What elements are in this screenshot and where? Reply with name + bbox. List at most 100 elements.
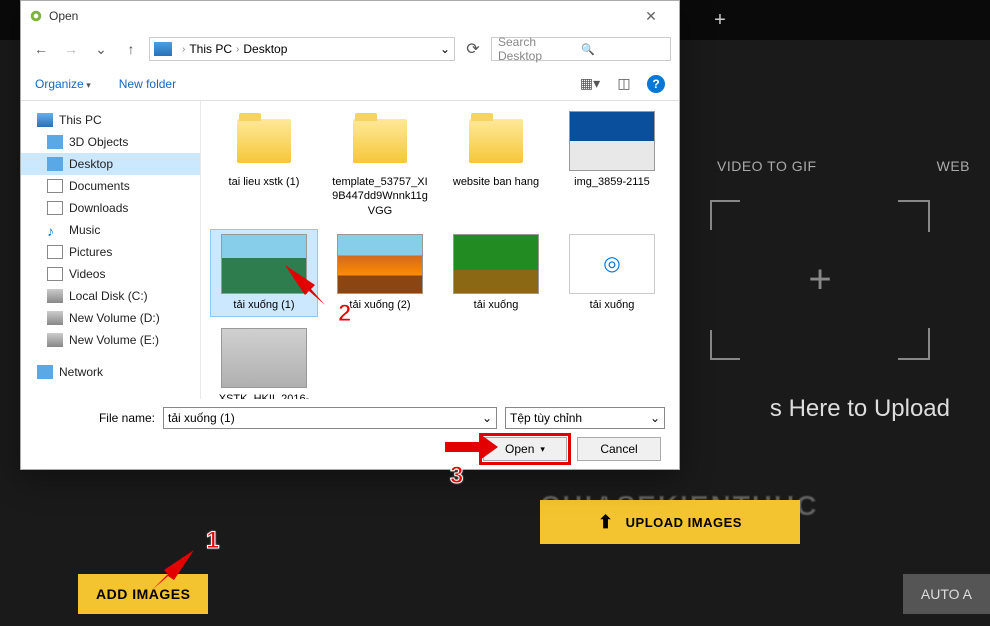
- file-item[interactable]: tải xuống: [559, 230, 665, 316]
- chevron-right-icon: ›: [236, 44, 239, 55]
- nav-web[interactable]: WEB: [937, 158, 970, 174]
- file-item[interactable]: website ban hang: [443, 107, 549, 222]
- nav-up-icon[interactable]: ↑: [119, 37, 143, 61]
- refresh-icon[interactable]: ⟳: [461, 37, 485, 61]
- app-nav: VIDEO TO GIF WEB: [697, 158, 990, 174]
- sidebar-item-new-volume-e-[interactable]: New Volume (E:): [21, 329, 200, 351]
- nav-forward-icon[interactable]: →: [59, 37, 83, 61]
- cancel-button[interactable]: Cancel: [577, 437, 661, 461]
- add-images-button[interactable]: ADD IMAGES: [78, 574, 208, 614]
- open-file-dialog: Open ✕ ← → ⌄ ↑ › This PC › Desktop ⌄ ⟳ S…: [20, 0, 680, 470]
- new-folder-button[interactable]: New folder: [119, 77, 176, 91]
- dl-icon: [47, 201, 63, 215]
- file-item[interactable]: tai lieu xstk (1): [211, 107, 317, 222]
- sidebar-item-label: Documents: [69, 179, 130, 193]
- search-input[interactable]: Search Desktop 🔍: [491, 37, 671, 61]
- search-placeholder: Search Desktop: [498, 35, 581, 63]
- upload-icon: ⬆: [598, 512, 614, 533]
- new-tab-button[interactable]: +: [700, 9, 740, 32]
- image-thumbnail: [221, 328, 307, 388]
- open-button-label: Open: [505, 442, 534, 456]
- filename-label: File name:: [35, 411, 155, 425]
- dialog-body: This PC 3D Objects Desktop Documents Downloa…: [21, 101, 679, 399]
- filename-value: tải xuống (1): [168, 411, 235, 425]
- folder-icon: [353, 119, 407, 163]
- image-thumbnail: [569, 234, 655, 294]
- annotation-3: 3: [450, 462, 463, 490]
- file-label: tải xuống (2): [349, 298, 410, 312]
- music-icon: ♪: [47, 223, 63, 237]
- open-button[interactable]: Open ▾: [483, 437, 567, 461]
- sidebar-item-videos[interactable]: Videos: [21, 263, 200, 285]
- sidebar-item-network[interactable]: Network: [21, 361, 200, 383]
- sidebar-item-label: Desktop: [69, 157, 113, 171]
- desk-icon: [47, 157, 63, 171]
- filetype-select[interactable]: Tệp tùy chỉnh ⌄: [505, 407, 665, 429]
- dialog-nav: ← → ⌄ ↑ › This PC › Desktop ⌄ ⟳ Search D…: [21, 31, 679, 67]
- auto-button[interactable]: AUTO A: [903, 574, 990, 614]
- sidebar-item-music[interactable]: ♪ Music: [21, 219, 200, 241]
- upload-images-label: UPLOAD IMAGES: [626, 515, 742, 530]
- folder-icon: [237, 119, 291, 163]
- file-label: tải xuống: [590, 298, 635, 312]
- file-item[interactable]: tải xuống (1): [211, 230, 317, 316]
- plus-icon: +: [808, 258, 831, 303]
- chevron-down-icon[interactable]: ⌄: [650, 411, 660, 425]
- pic-icon: [47, 245, 63, 259]
- chevron-down-icon[interactable]: ⌄: [89, 37, 113, 61]
- sidebar-item-downloads[interactable]: Downloads: [21, 197, 200, 219]
- sidebar-item-pictures[interactable]: Pictures: [21, 241, 200, 263]
- sidebar-item-3d-objects[interactable]: 3D Objects: [21, 131, 200, 153]
- 3d-icon: [47, 135, 63, 149]
- nav-back-icon[interactable]: ←: [29, 37, 53, 61]
- filetype-value: Tệp tùy chỉnh: [510, 411, 582, 425]
- chevron-down-icon[interactable]: ⌄: [440, 42, 450, 56]
- file-item[interactable]: template_53757_XI9B447dd9Wnnk11gVGG: [327, 107, 433, 222]
- annotation-2: 2: [338, 300, 351, 328]
- nav-video-to-gif[interactable]: VIDEO TO GIF: [717, 158, 817, 174]
- organize-menu[interactable]: Organize: [35, 77, 91, 91]
- file-label: tải xuống (1): [233, 298, 294, 312]
- help-icon[interactable]: ?: [647, 75, 665, 93]
- search-icon[interactable]: 🔍: [581, 43, 664, 56]
- view-mode-icon[interactable]: ▦▾: [579, 75, 601, 93]
- sidebar-item-label: Downloads: [69, 201, 128, 215]
- filename-input[interactable]: tải xuống (1) ⌄: [163, 407, 497, 429]
- preview-pane-icon[interactable]: ◫: [613, 75, 635, 93]
- breadcrumb[interactable]: › This PC › Desktop ⌄: [149, 37, 455, 61]
- file-label: tai lieu xstk (1): [229, 175, 300, 189]
- sidebar-item-label: Local Disk (C:): [69, 289, 148, 303]
- drive-icon: [47, 333, 63, 347]
- drive-icon: [47, 311, 63, 325]
- dialog-titlebar: Open ✕: [21, 1, 679, 31]
- sidebar-item-label: Pictures: [69, 245, 112, 259]
- upload-images-button[interactable]: ⬆ UPLOAD IMAGES: [540, 500, 800, 544]
- sidebar-item-label: 3D Objects: [69, 135, 128, 149]
- file-item[interactable]: XSTK_HKII_2016-2017: [211, 324, 317, 399]
- pc-icon: [37, 113, 53, 127]
- file-item[interactable]: img_3859-2115: [559, 107, 665, 222]
- file-list: tai lieu xstk (1) template_53757_XI9B447d…: [201, 101, 679, 399]
- sidebar-item-label: New Volume (E:): [69, 333, 159, 347]
- sidebar-item-documents[interactable]: Documents: [21, 175, 200, 197]
- sidebar-item-new-volume-d-[interactable]: New Volume (D:): [21, 307, 200, 329]
- breadcrumb-leaf[interactable]: Desktop: [243, 42, 287, 56]
- sidebar-item-label: Videos: [69, 267, 105, 281]
- file-item[interactable]: tải xuống: [443, 230, 549, 316]
- file-label: tải xuống: [474, 298, 519, 312]
- sidebar-item-label: New Volume (D:): [69, 311, 160, 325]
- close-icon[interactable]: ✕: [631, 8, 671, 25]
- upload-dropzone[interactable]: +: [710, 200, 930, 360]
- sidebar-item-label: Music: [69, 223, 100, 237]
- sidebar-item-desktop[interactable]: Desktop: [21, 153, 200, 175]
- doc-icon: [47, 179, 63, 193]
- sidebar-item-this-pc[interactable]: This PC: [21, 109, 200, 131]
- sidebar-item-local-disk-c-[interactable]: Local Disk (C:): [21, 285, 200, 307]
- dialog-sidebar: This PC 3D Objects Desktop Documents Downloa…: [21, 101, 201, 399]
- chevron-right-icon: ›: [182, 44, 185, 55]
- file-label: img_3859-2115: [574, 175, 650, 189]
- breadcrumb-root[interactable]: This PC: [189, 42, 232, 56]
- image-thumbnail: [453, 234, 539, 294]
- chevron-down-icon[interactable]: ⌄: [482, 411, 492, 425]
- dialog-bottom: File name: tải xuống (1) ⌄ Tệp tùy chỉnh…: [21, 399, 679, 469]
